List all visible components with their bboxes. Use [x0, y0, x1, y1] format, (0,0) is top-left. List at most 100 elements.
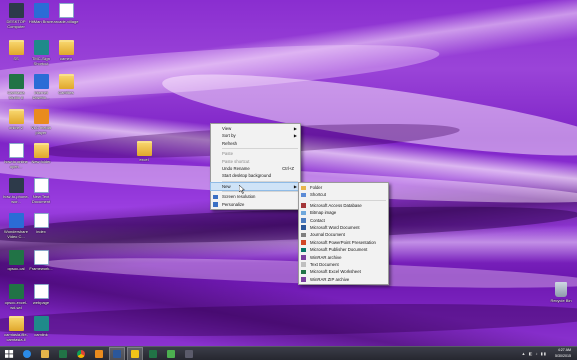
app-icon [8, 213, 24, 228]
menu-item-refresh[interactable]: Refresh [211, 140, 300, 147]
file-icon [58, 3, 74, 18]
new-item-text-document[interactable]: Text Document [299, 261, 388, 268]
desktop-icon-tmc[interactable]: TMC-Sign Shortcut [27, 40, 55, 66]
desktop-icon-computer[interactable]: DESKTOP Computer [2, 3, 30, 29]
powerpoint-icon [301, 240, 306, 245]
vlc-icon [33, 109, 49, 124]
app-icon [131, 350, 139, 358]
new-item-winrar-zip[interactable]: WinRAR ZIP archive [299, 276, 388, 283]
clock-date: 5/30/2015 [555, 353, 571, 358]
desktop-icon-camlink[interactable]: camlink [27, 316, 55, 337]
desktop-icon-recycle-bin[interactable]: Recycle Bin [547, 282, 575, 303]
taskbar-explorer[interactable] [38, 348, 52, 360]
desktop-icon-opsoc[interactable]: opsoc-cal [2, 250, 30, 271]
taskbar: ▲ ◧ ♪ ▮▮ 4:27 AM 5/30/2015 [0, 346, 577, 361]
desktop-icon-excel-folder[interactable]: excel [130, 141, 158, 162]
taskbar-camtasia[interactable] [164, 348, 178, 360]
menu-item-label: Microsoft Excel Worksheet [310, 269, 361, 275]
excel-icon [8, 284, 24, 299]
menu-item-new[interactable]: New ▶ [210, 181, 301, 192]
desktop-icon-how-to-phone[interactable]: how-to-phone-wor... [2, 178, 30, 204]
excel-icon [301, 269, 306, 275]
desktop-icon-label: camtasia-file-camtasia-ll [4, 332, 28, 342]
new-item-winrar-archive[interactable]: WinRAR archive [299, 254, 388, 261]
desktop-icon-wondershare[interactable]: Wondershare Video C... [2, 213, 30, 239]
desktop-icon-framework[interactable]: Framework... [27, 250, 55, 271]
display-icon [213, 194, 218, 200]
desktop-icon-label: VLC media player [31, 125, 51, 135]
taskbar-media[interactable] [92, 348, 106, 360]
menu-item-screen-resolution[interactable]: Screen resolution [211, 193, 300, 200]
taskbar-app-2[interactable] [182, 348, 196, 360]
desktop-icon-label: Internet Downlo... [32, 90, 50, 100]
camtasia-icon [8, 74, 24, 89]
personalize-icon [213, 202, 218, 207]
clock-time: 4:27 AM [557, 348, 571, 352]
desktop-icon-opsoc-excel[interactable]: opsoc-excel-wd-wd [2, 284, 30, 310]
word-icon [301, 225, 306, 230]
taskbar-app[interactable] [127, 347, 143, 361]
desktop-icon-camtasia[interactable]: Camtasia Studio 8 [2, 74, 30, 100]
desktop-icon-online2[interactable]: online 2 [2, 109, 30, 130]
taskbar-chrome[interactable] [74, 348, 88, 360]
desktop-icon-vlc[interactable]: VLC media player [27, 109, 55, 135]
desktop[interactable]: DESKTOP Computer HitMan Brave arcade-vil… [0, 0, 577, 346]
new-item-access-database[interactable]: Microsoft Access Database [299, 202, 388, 209]
new-item-journal-document[interactable]: Journal Document [299, 231, 388, 238]
bitmap-icon [301, 210, 306, 216]
new-item-bitmap-image[interactable]: Bitmap image [299, 209, 388, 216]
contact-icon [301, 218, 306, 223]
system-tray[interactable]: ▲ ◧ ♪ ▮▮ [522, 351, 547, 356]
menu-item-label: Microsoft Word Document [310, 224, 360, 230]
menu-item-view[interactable]: View ▶ [211, 125, 300, 132]
app-icon [33, 316, 49, 331]
desktop-icon-new-doc[interactable]: New Text Document [27, 178, 55, 204]
new-item-excel-worksheet[interactable]: Microsoft Excel Worksheet [299, 268, 388, 275]
menu-item-label: Microsoft PowerPoint Presentation [310, 239, 376, 245]
new-item-word-document[interactable]: Microsoft Word Document [299, 224, 388, 231]
new-item-publisher[interactable]: Microsoft Publisher Document [299, 246, 388, 253]
menu-item-next-desktop-background[interactable]: Start desktop background [211, 172, 300, 179]
desktop-icon-ss[interactable]: SS [2, 40, 30, 61]
taskbar-clock[interactable]: 4:27 AM 5/30/2015 [555, 348, 571, 359]
menu-item-label: Personalize [222, 201, 245, 207]
menu-item-personalize[interactable]: Personalize [211, 201, 300, 208]
desktop-icon-label: TMC-Sign Shortcut [31, 56, 50, 66]
desktop-icon-camtasia-file[interactable]: camtasia-file-camtasia-ll [2, 316, 30, 342]
desktop-icon-label: opsoc-cal [7, 266, 25, 271]
desktop-icon-label: how to online open... [4, 159, 28, 169]
menu-item-label: Refresh [222, 140, 238, 146]
desktop-icon-internet-download[interactable]: Internet Downlo... [27, 74, 55, 100]
menu-item-label: Journal Document [310, 232, 345, 238]
folder-icon [8, 316, 24, 331]
desktop-icon-arcade-village[interactable]: arcade-village [52, 3, 80, 24]
desktop-icon-camfiles[interactable]: Camfiles [52, 74, 80, 95]
menu-item-paste-shortcut[interactable]: Paste shortcut [211, 158, 300, 165]
desktop-icon-label: Camfiles [58, 90, 74, 95]
recycle-bin-icon [555, 282, 567, 297]
taskbar-excel-2[interactable] [146, 348, 160, 360]
new-item-shortcut[interactable]: Shortcut [299, 191, 388, 198]
new-item-contact[interactable]: Contact [299, 217, 388, 224]
mouse-cursor-icon [239, 185, 245, 194]
new-item-folder[interactable]: Folder [299, 184, 388, 191]
desktop-icon-index[interactable]: index [27, 213, 55, 234]
taskbar-ie[interactable] [20, 348, 34, 360]
start-button[interactable] [2, 348, 16, 360]
desktop-icon-how-to[interactable]: how to online open... [2, 143, 30, 169]
menu-separator [310, 199, 386, 201]
desktop-icon-new-folder[interactable]: New folder [27, 143, 55, 164]
menu-item-sort-by[interactable]: Sort by ▶ [211, 132, 300, 139]
new-item-powerpoint[interactable]: Microsoft PowerPoint Presentation [299, 239, 388, 246]
menu-item-label: Shortcut [310, 192, 327, 198]
word-icon [113, 350, 121, 358]
desktop-icon-webpage[interactable]: webpage [27, 284, 55, 305]
chrome-icon [77, 350, 85, 358]
menu-item-undo-rename[interactable]: Undo Rename Ctrl+Z [211, 165, 300, 172]
winrar-zip-icon [301, 277, 306, 282]
desktop-icon-hitman[interactable]: HitMan Brave [27, 3, 55, 24]
taskbar-excel[interactable] [56, 348, 70, 360]
menu-item-paste[interactable]: Paste [211, 150, 300, 157]
desktop-icon-cameo[interactable]: cameo [52, 40, 80, 61]
taskbar-word[interactable] [109, 347, 125, 361]
